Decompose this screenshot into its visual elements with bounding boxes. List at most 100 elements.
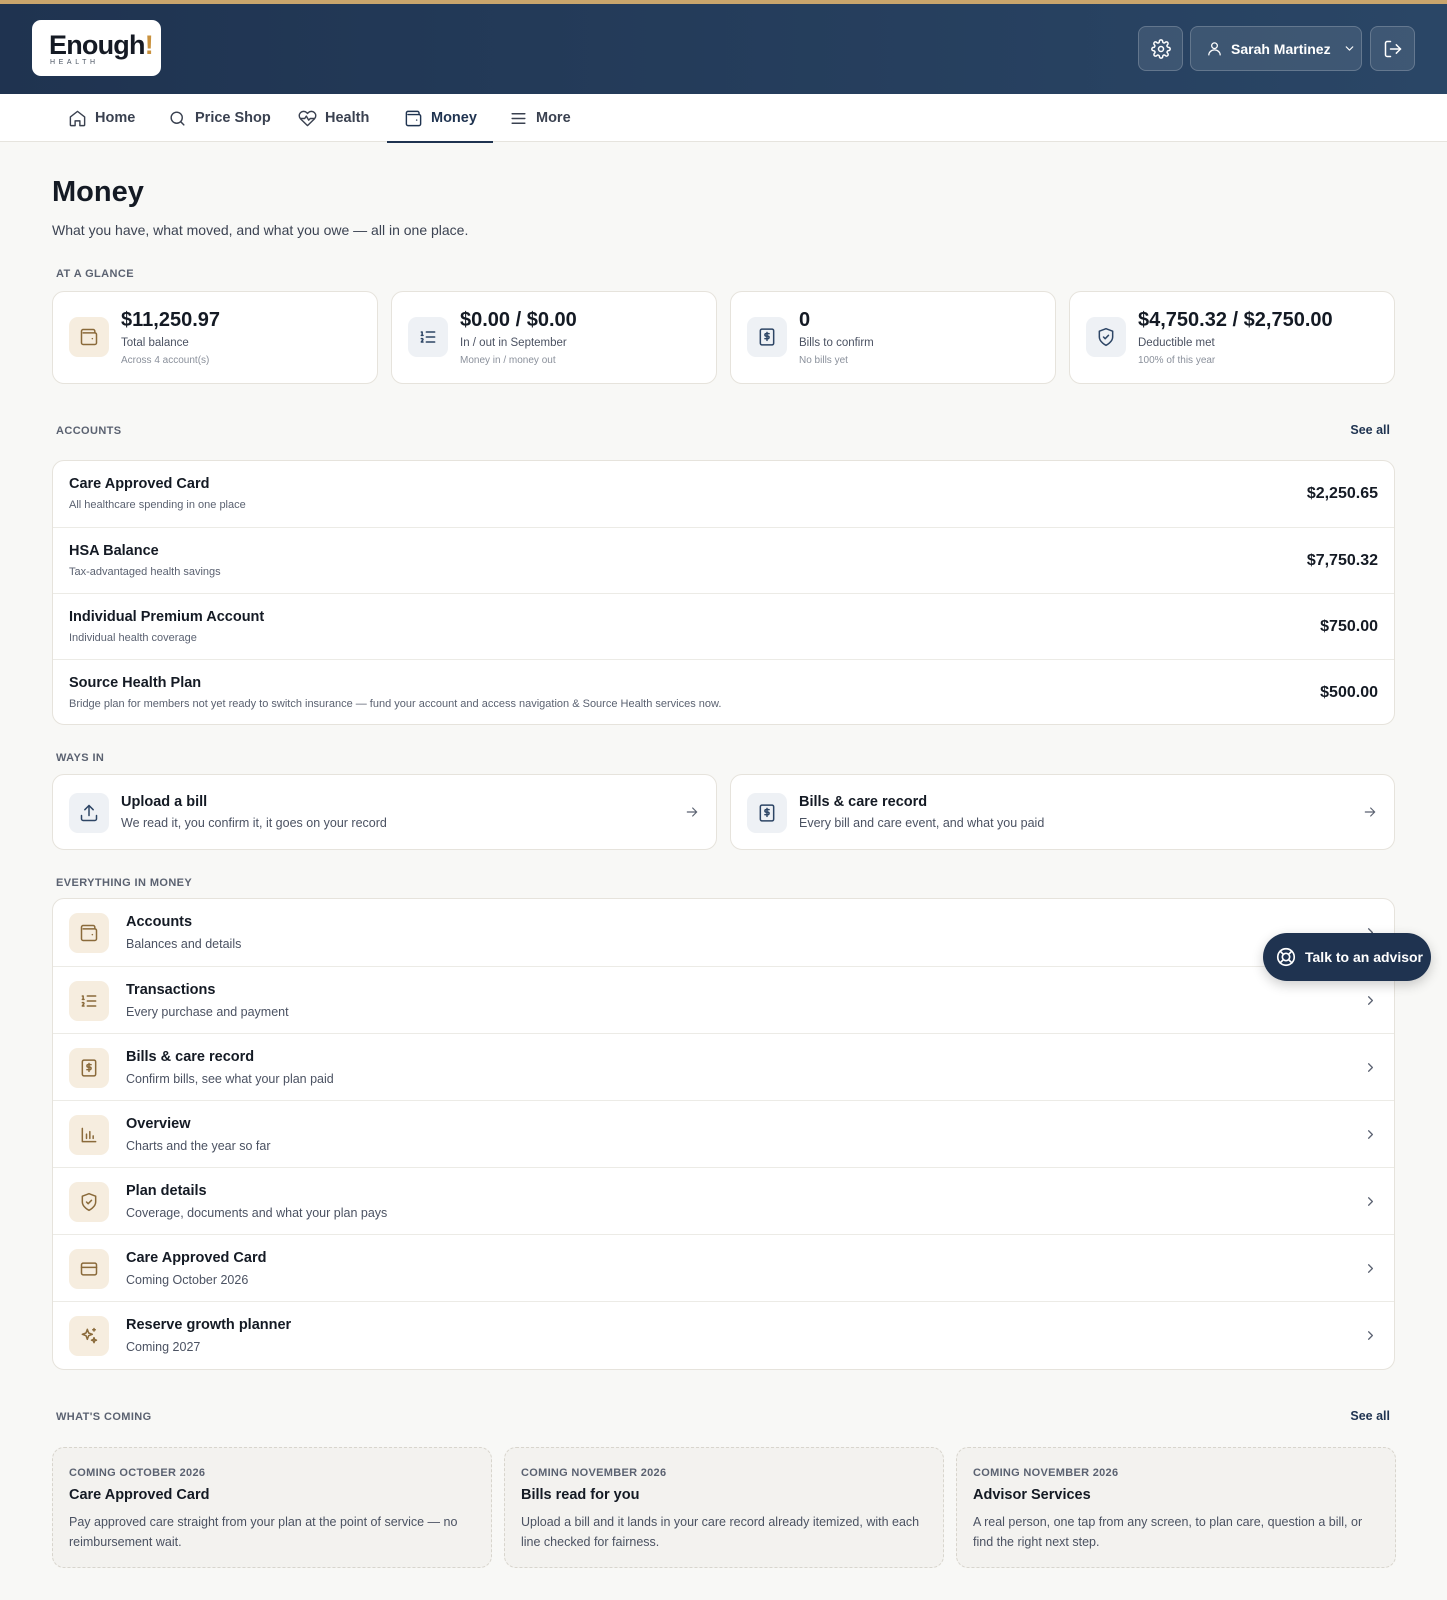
- account-row[interactable]: Source Health Plan Bridge plan for membe…: [53, 659, 1394, 725]
- nav-health[interactable]: Health: [298, 94, 369, 142]
- glance-card-bills[interactable]: 0 Bills to confirm No bills yet: [730, 291, 1056, 384]
- nav-price-shop[interactable]: Price Shop: [168, 94, 271, 142]
- list-item-transactions[interactable]: Transactions Every purchase and payment: [53, 966, 1394, 1033]
- list-item-title: Reserve growth planner: [126, 1317, 292, 1333]
- account-row[interactable]: HSA Balance Tax-advantaged health saving…: [53, 527, 1394, 593]
- list-item-title: Overview: [126, 1116, 191, 1132]
- account-desc: Bridge plan for members not yet ready to…: [69, 698, 722, 710]
- talk-to-advisor-button[interactable]: Talk to an advisor: [1263, 933, 1431, 981]
- chevron-right-icon: [1368, 1063, 1373, 1072]
- coming-title: Care Approved Card: [69, 1487, 210, 1503]
- shield-check-icon: [1098, 327, 1114, 347]
- account-row[interactable]: Individual Premium Account Individual he…: [53, 593, 1394, 659]
- glance-sub: No bills yet: [799, 355, 848, 366]
- nav-money[interactable]: Money: [387, 94, 493, 143]
- glance-label: Total balance: [121, 337, 189, 349]
- user-menu-button[interactable]: Sarah Martinez: [1190, 26, 1362, 71]
- coming-desc: A real person, one tap from any screen, …: [973, 1515, 1363, 1549]
- upload-bill-card[interactable]: Upload a bill We read it, you confirm it…: [52, 774, 717, 850]
- accent-stripe: [0, 0, 1447, 4]
- home-icon: [69, 110, 86, 126]
- main-nav: Home Price Shop Health Money More: [0, 94, 1447, 143]
- chevron-down-icon: [1345, 46, 1353, 51]
- sparkles-icon: [81, 1327, 98, 1344]
- nav-more[interactable]: More: [509, 94, 571, 142]
- account-desc: Individual health coverage: [69, 632, 197, 644]
- page-subtitle: What you have, what moved, and what you …: [52, 222, 469, 238]
- list-item-accounts[interactable]: Accounts Balances and details: [53, 899, 1394, 966]
- list-item-sub: Charts and the year so far: [126, 1139, 271, 1153]
- glance-sub: Across 4 account(s): [121, 355, 210, 366]
- glance-label: Bills to confirm: [799, 337, 874, 349]
- glance-label: Deductible met: [1138, 337, 1215, 349]
- account-name: Care Approved Card: [69, 476, 210, 492]
- nav-home[interactable]: Home: [68, 94, 135, 142]
- coming-date: COMING NOVEMBER 2026: [521, 1467, 667, 1479]
- way-title: Upload a bill: [121, 794, 208, 810]
- coming-title: Bills read for you: [521, 1487, 640, 1503]
- accounts-list: Care Approved Card All healthcare spendi…: [52, 460, 1395, 725]
- logout-button[interactable]: [1370, 26, 1415, 71]
- list-item-sub: Every purchase and payment: [126, 1005, 289, 1019]
- chevron-right-icon: [1368, 1197, 1373, 1206]
- list-item-reserve-growth-planner[interactable]: Reserve growth planner Coming 2027: [53, 1301, 1394, 1368]
- account-name: Source Health Plan: [69, 675, 202, 691]
- wallet-icon: [80, 328, 98, 346]
- logo-subtitle: HEALTH: [50, 59, 99, 66]
- glance-sub: Money in / money out: [460, 355, 556, 366]
- list-item-title: Plan details: [126, 1183, 207, 1199]
- chevron-right-icon: [1368, 996, 1373, 1005]
- list-item-sub: Confirm bills, see what your plan paid: [126, 1072, 334, 1086]
- shield-check-icon: [81, 1192, 97, 1212]
- glance-value: $4,750.32 / $2,750.00: [1138, 309, 1333, 331]
- list-item-sub: Coming October 2026: [126, 1273, 249, 1287]
- nav-label: Money: [431, 110, 477, 126]
- chevron-right-icon: [1368, 1130, 1373, 1139]
- lifebuoy-icon: [1276, 947, 1296, 967]
- receipt-icon: [759, 328, 775, 346]
- receipt-icon: [759, 804, 775, 822]
- section-label-ways-in: WAYS IN: [56, 752, 105, 764]
- list-item-overview[interactable]: Overview Charts and the year so far: [53, 1100, 1394, 1167]
- settings-button[interactable]: [1138, 26, 1183, 71]
- list-item-title: Accounts: [126, 914, 193, 930]
- logout-icon: [1384, 40, 1401, 57]
- account-desc: Tax-advantaged health savings: [69, 566, 221, 578]
- glance-sub: 100% of this year: [1138, 355, 1216, 366]
- logo[interactable]: Enough! HEALTH: [32, 20, 161, 76]
- list-icon: [420, 331, 436, 343]
- section-label-everything: EVERYTHING IN MONEY: [56, 877, 193, 889]
- list-item-plan-details[interactable]: Plan details Coverage, documents and wha…: [53, 1167, 1394, 1234]
- glance-card-in-out[interactable]: $0.00 / $0.00 In / out in September Mone…: [391, 291, 717, 384]
- search-icon: [170, 110, 185, 126]
- glance-card-total-balance[interactable]: $11,250.97 Total balance Across 4 accoun…: [52, 291, 378, 384]
- list-icon: [81, 995, 97, 1007]
- coming-see-all-link[interactable]: See all: [1350, 1409, 1390, 1423]
- account-row[interactable]: Care Approved Card All healthcare spendi…: [53, 461, 1394, 527]
- glance-card-deductible[interactable]: $4,750.32 / $2,750.00 Deductible met 100…: [1069, 291, 1395, 384]
- wallet-icon: [405, 110, 422, 126]
- coming-card: COMING NOVEMBER 2026 Bills read for you …: [504, 1447, 944, 1568]
- nav-label: Health: [325, 110, 370, 126]
- list-item-sub: Coverage, documents and what your plan p…: [126, 1206, 388, 1220]
- list-item-bills[interactable]: Bills & care record Confirm bills, see w…: [53, 1033, 1394, 1100]
- nav-label: More: [536, 110, 571, 126]
- account-name: HSA Balance: [69, 543, 159, 559]
- menu-icon: [511, 112, 526, 124]
- account-amount: $750.00: [1320, 618, 1378, 635]
- list-item-title: Care Approved Card: [126, 1250, 267, 1266]
- coming-desc: Upload a bill and it lands in your care …: [521, 1515, 920, 1549]
- logo-word: Enough: [49, 30, 145, 60]
- nav-label: Price Shop: [195, 110, 271, 126]
- way-sub: We read it, you confirm it, it goes on y…: [121, 816, 387, 830]
- bills-care-record-card[interactable]: Bills & care record Every bill and care …: [730, 774, 1395, 850]
- coming-title: Advisor Services: [973, 1487, 1091, 1503]
- upload-icon: [80, 804, 98, 822]
- heart-pulse-icon: [298, 110, 317, 126]
- coming-date: COMING NOVEMBER 2026: [973, 1467, 1119, 1479]
- accounts-see-all-link[interactable]: See all: [1350, 423, 1390, 437]
- logo-bang: !: [144, 30, 154, 60]
- everything-list: Accounts Balances and details Transactio…: [52, 898, 1395, 1370]
- list-item-care-approved-card[interactable]: Care Approved Card Coming October 2026: [53, 1234, 1394, 1301]
- way-sub: Every bill and care event, and what you …: [799, 816, 1045, 830]
